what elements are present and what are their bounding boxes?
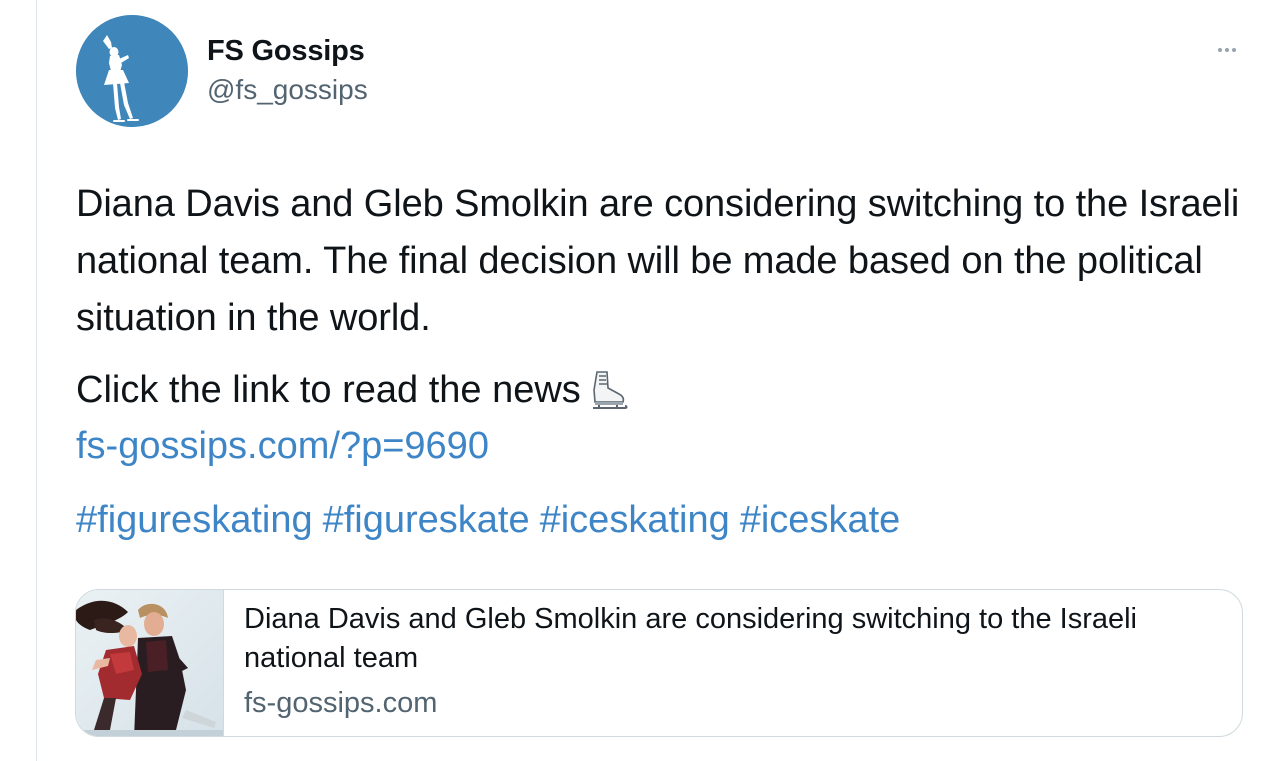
- article-link[interactable]: fs-gossips.com/?p=9690: [76, 418, 489, 475]
- card-thumbnail: [76, 590, 224, 736]
- figure-skater-logo: [76, 15, 188, 127]
- hashtag-list: #figureskating #figureskate #iceskating …: [76, 492, 900, 549]
- tweet: FS Gossips @fs_gossips Diana Davis and G…: [0, 0, 1280, 761]
- skating-pair-photo: [76, 590, 223, 736]
- more-options-button[interactable]: [1210, 38, 1244, 62]
- tweet-author[interactable]: FS Gossips @fs_gossips: [207, 33, 368, 108]
- tweet-text: Diana Davis and Gleb Smolkin are conside…: [76, 183, 1240, 339]
- hashtag-link[interactable]: #figureskate: [323, 492, 530, 549]
- cta-text: Click the link to read the news: [76, 369, 581, 411]
- card-domain: fs-gossips.com: [244, 687, 438, 719]
- hashtag-link[interactable]: #figureskating: [76, 492, 313, 549]
- user-handle[interactable]: @fs_gossips: [207, 72, 368, 108]
- more-horizontal-icon: [1218, 48, 1222, 52]
- hashtag-link[interactable]: #iceskate: [740, 492, 901, 549]
- ice-skate-icon: [592, 370, 628, 409]
- link-preview-card[interactable]: Diana Davis and Gleb Smolkin are conside…: [75, 589, 1243, 737]
- display-name[interactable]: FS Gossips: [207, 33, 368, 69]
- card-body: Diana Davis and Gleb Smolkin are conside…: [224, 590, 1242, 736]
- card-title[interactable]: Diana Davis and Gleb Smolkin are conside…: [244, 600, 1234, 678]
- tweet-cta: Click the link to read the news: [76, 362, 629, 419]
- avatar[interactable]: [76, 15, 188, 127]
- hashtag-link[interactable]: #iceskating: [540, 492, 730, 549]
